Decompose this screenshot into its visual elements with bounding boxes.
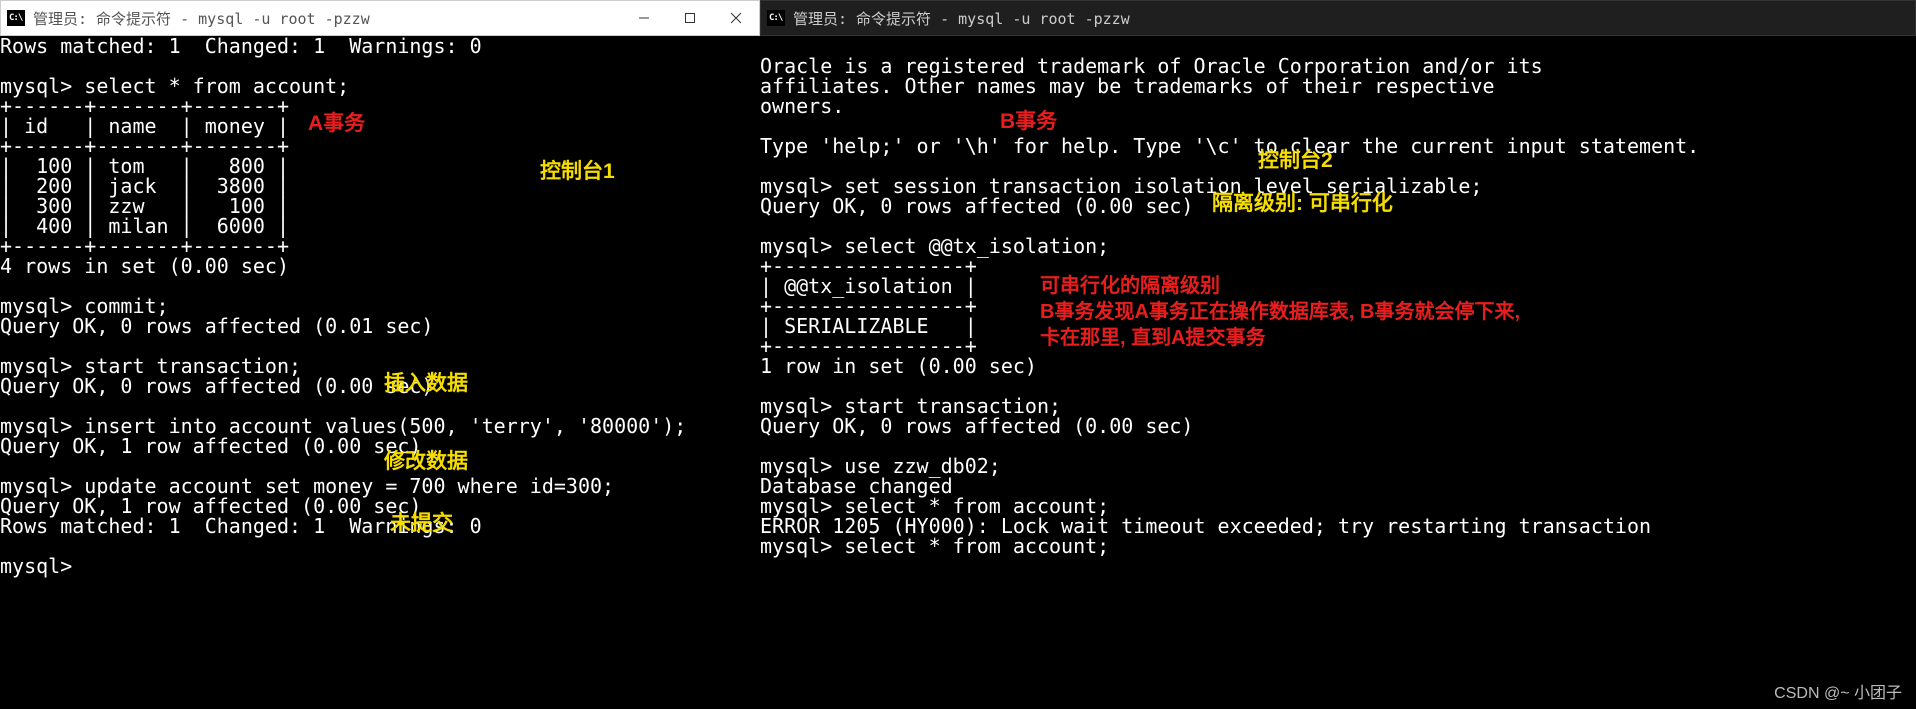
maximize-button[interactable]	[667, 1, 713, 35]
console-window-1: C:\ 管理员: 命令提示符 - mysql -u root -pzzw Row…	[0, 0, 760, 709]
annot-expl-2: B事务发现A事务正在操作数据库表, B事务就会停下来,	[1040, 302, 1520, 322]
annot-uncommitted: 未提交	[390, 514, 453, 534]
annot-modify: 修改数据	[384, 452, 468, 472]
terminal-2-output: Oracle is a registered trademark of Orac…	[760, 36, 1916, 556]
titlebar-1[interactable]: C:\ 管理员: 命令提示符 - mysql -u root -pzzw	[0, 0, 760, 36]
terminal-2[interactable]: Oracle is a registered trademark of Orac…	[760, 36, 1916, 709]
annot-console2: 控制台2	[1258, 151, 1333, 171]
annot-insert: 插入数据	[384, 374, 468, 394]
title-text-1: 管理员: 命令提示符 - mysql -u root -pzzw	[29, 8, 617, 29]
annot-expl-1: 可串行化的隔离级别	[1040, 276, 1220, 296]
annot-iso-level: 隔离级别: 可串行化	[1212, 194, 1393, 214]
annot-b-txn: B事务	[1000, 112, 1057, 132]
close-button[interactable]	[713, 1, 759, 35]
watermark: CSDN @~ 小团子	[1774, 679, 1902, 703]
title-text-2: 管理员: 命令提示符 - mysql -u root -pzzw	[789, 8, 1915, 29]
terminal-1[interactable]: Rows matched: 1 Changed: 1 Warnings: 0 m…	[0, 36, 760, 709]
annot-console1: 控制台1	[540, 162, 615, 182]
cmd-icon: C:\	[767, 10, 785, 26]
titlebar-2[interactable]: C:\ 管理员: 命令提示符 - mysql -u root -pzzw	[760, 0, 1916, 36]
minimize-button[interactable]	[621, 1, 667, 35]
terminal-1-output: Rows matched: 1 Changed: 1 Warnings: 0 m…	[0, 36, 760, 576]
annot-a-txn: A事务	[308, 114, 365, 134]
console-window-2: C:\ 管理员: 命令提示符 - mysql -u root -pzzw Ora…	[760, 0, 1916, 709]
annot-expl-3: 卡在那里, 直到A提交事务	[1040, 328, 1266, 348]
cmd-icon: C:\	[7, 10, 25, 26]
